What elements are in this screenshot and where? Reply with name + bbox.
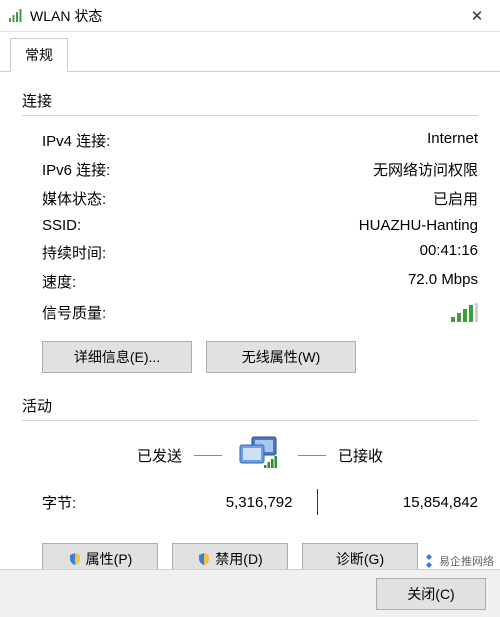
- footer: 关闭(C): [0, 569, 500, 617]
- shield-icon: [197, 552, 211, 566]
- ipv6-label: IPv6 连接:: [42, 159, 373, 180]
- signal-strength-icon: [450, 303, 478, 323]
- ipv6-value: 无网络访问权限: [373, 159, 478, 180]
- speed-value: 72.0 Mbps: [408, 271, 478, 292]
- received-label: 已接收: [338, 445, 383, 466]
- duration-label: 持续时间:: [42, 242, 420, 263]
- wifi-signal-icon: [8, 8, 24, 24]
- media-label: 媒体状态:: [42, 188, 433, 209]
- activity-diagram: 已发送 已接收: [42, 431, 478, 481]
- bytes-recv-value: 15,854,842: [318, 494, 479, 511]
- activity-heading: 活动: [22, 395, 478, 416]
- titlebar: WLAN 状态 ✕: [0, 0, 500, 32]
- speed-label: 速度:: [42, 271, 408, 292]
- connection-heading: 连接: [22, 90, 478, 111]
- ssid-label: SSID:: [42, 217, 359, 234]
- signal-label: 信号质量:: [42, 302, 450, 323]
- dash-right: [298, 455, 326, 456]
- media-value: 已启用: [433, 188, 478, 209]
- row-ipv4: IPv4 连接: Internet: [22, 126, 478, 155]
- close-button[interactable]: 关闭(C): [376, 578, 486, 610]
- tab-general[interactable]: 常规: [10, 38, 68, 72]
- watermark: 易企推网络: [422, 553, 494, 569]
- row-speed: 速度: 72.0 Mbps: [22, 267, 478, 296]
- row-ssid: SSID: HUAZHU-Hanting: [22, 213, 478, 238]
- window-title-area: WLAN 状态: [8, 6, 454, 26]
- divider: [22, 115, 478, 116]
- bytes-row: 字节: 5,316,792 15,854,842: [42, 481, 478, 519]
- duration-value: 00:41:16: [420, 242, 478, 263]
- shield-icon: [68, 552, 82, 566]
- row-ipv6: IPv6 连接: 无网络访问权限: [22, 155, 478, 184]
- button-row-bottom: 属性(P) 禁用(D) 诊断(G): [42, 519, 478, 575]
- sent-label: 已发送: [137, 445, 182, 466]
- content-area: 连接 IPv4 连接: Internet IPv6 连接: 无网络访问权限 媒体…: [0, 72, 500, 575]
- ipv4-label: IPv4 连接:: [42, 130, 427, 151]
- properties-label: 属性(P): [86, 549, 133, 569]
- button-row-top: 详细信息(E)... 无线属性(W): [22, 329, 478, 381]
- window-title: WLAN 状态: [30, 6, 102, 26]
- bytes-sent-value: 5,316,792: [132, 494, 317, 511]
- wireless-properties-button[interactable]: 无线属性(W): [206, 341, 356, 373]
- dash-left: [194, 455, 222, 456]
- watermark-icon: [422, 554, 436, 568]
- bytes-label: 字节:: [42, 492, 132, 513]
- row-duration: 持续时间: 00:41:16: [22, 238, 478, 267]
- row-media: 媒体状态: 已启用: [22, 184, 478, 213]
- watermark-text: 易企推网络: [439, 553, 494, 569]
- row-signal: 信号质量:: [22, 296, 478, 329]
- close-icon[interactable]: ✕: [454, 0, 500, 32]
- ssid-value: HUAZHU-Hanting: [359, 217, 478, 234]
- divider: [22, 420, 478, 421]
- details-button[interactable]: 详细信息(E)...: [42, 341, 192, 373]
- activity-section: 已发送 已接收 字节: 5,316,792 15,854,842: [22, 431, 478, 575]
- computers-icon: [234, 435, 286, 475]
- disable-label: 禁用(D): [215, 549, 262, 569]
- ipv4-value: Internet: [427, 130, 478, 151]
- tab-bar: 常规: [0, 32, 500, 72]
